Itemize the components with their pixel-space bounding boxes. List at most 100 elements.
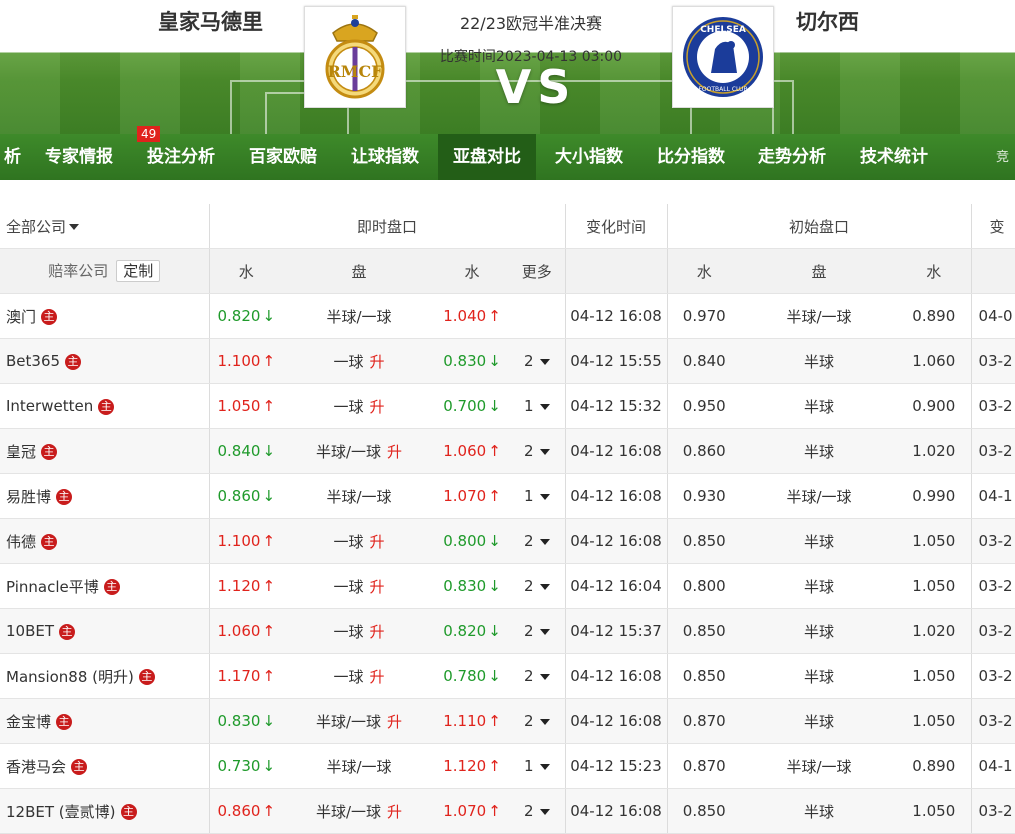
home-team-logo[interactable]: RMCF	[304, 6, 406, 108]
live-away-water[interactable]: 0.780 ↓	[435, 653, 509, 699]
live-away-water[interactable]: 0.830 ↓	[435, 563, 509, 609]
live-handicap[interactable]: 半球/一球升	[283, 428, 435, 474]
odds-value: 0.860	[217, 487, 261, 505]
live-away-water[interactable]: 0.820 ↓	[435, 608, 509, 654]
company-name-cell[interactable]: Interwetten 主	[0, 383, 209, 429]
company-name: Bet365	[6, 352, 61, 370]
handicap-value: 半球/一球	[315, 442, 382, 461]
home-team-name[interactable]: 皇家马德里	[158, 6, 263, 36]
asian-handicap-table: 全部公司 即时盘口 变化时间 初始盘口 变 赔率公司 定制 水 盘 水 更多 水 …	[0, 204, 1015, 834]
odds-value: 1.060	[217, 622, 261, 640]
change-time: 04-12 16:08	[564, 653, 668, 699]
main-badge-icon: 主	[59, 623, 76, 640]
more-dropdown[interactable]: 2	[509, 428, 566, 474]
live-home-water[interactable]: 0.730 ↓	[208, 743, 283, 789]
live-handicap[interactable]: 半球/一球	[283, 293, 435, 339]
company-name-cell[interactable]: 易胜博主	[0, 473, 209, 519]
initial-change-time-partial: 03-2	[970, 383, 1015, 429]
company-name-cell[interactable]: 香港马会主	[0, 743, 209, 789]
handicap-value: 半球/一球	[326, 487, 392, 506]
company-name-cell[interactable]: 10BET 主	[0, 608, 209, 654]
live-home-water[interactable]: 1.050 ↑	[208, 383, 283, 429]
initial-away-water: 1.020	[897, 608, 972, 654]
live-home-water[interactable]: 0.860 ↓	[208, 473, 283, 519]
svg-text:RMCF: RMCF	[327, 62, 383, 81]
live-handicap[interactable]: 一球升	[283, 653, 435, 699]
more-dropdown[interactable]: 2	[509, 563, 566, 609]
change-time: 04-12 16:08	[564, 428, 668, 474]
tab-score-index[interactable]: 比分指数	[646, 134, 736, 180]
more-dropdown[interactable]: 1	[509, 743, 566, 789]
live-home-water[interactable]: 1.120 ↑	[208, 563, 283, 609]
initial-home-water: 0.850	[666, 653, 742, 699]
table-row: 澳门主 0.820 ↓ 半球/一球 1.040 ↑ 04-12 16:08 0.970 半球/一…	[0, 293, 1015, 339]
live-handicap[interactable]: 一球升	[283, 563, 435, 609]
tab-handicap-index[interactable]: 让球指数	[340, 134, 430, 180]
caret-down-icon	[69, 224, 80, 230]
live-handicap[interactable]: 半球/一球升	[283, 788, 435, 834]
live-away-water[interactable]: 1.060 ↑	[435, 428, 509, 474]
custom-button[interactable]: 定制	[116, 260, 161, 282]
match-header: 皇家马德里 RMCF 22/23欧冠半准决赛 比赛时间2023-04-13 03…	[0, 0, 1015, 134]
company-name-cell[interactable]: 澳门主	[0, 293, 209, 339]
live-handicap[interactable]: 一球升	[283, 518, 435, 564]
more-dropdown[interactable]: 2	[509, 338, 566, 384]
more-dropdown[interactable]: 2	[509, 788, 566, 834]
tab-over-under[interactable]: 大小指数	[544, 134, 634, 180]
live-home-water[interactable]: 1.060 ↑	[208, 608, 283, 654]
tab-trend-analysis[interactable]: 走势分析	[747, 134, 837, 180]
caret-down-icon	[539, 763, 550, 770]
live-home-water[interactable]: 1.100 ↑	[208, 518, 283, 564]
tab-tech-stats[interactable]: 技术统计	[849, 134, 939, 180]
live-handicap[interactable]: 半球/一球升	[283, 698, 435, 744]
more-dropdown[interactable]: 2	[509, 518, 566, 564]
live-away-water[interactable]: 1.120 ↑	[435, 743, 509, 789]
live-home-water[interactable]: 0.820 ↓	[208, 293, 283, 339]
company-name-cell[interactable]: Pinnacle平博主	[0, 563, 209, 609]
more-dropdown[interactable]: 1	[509, 473, 566, 519]
more-dropdown[interactable]: 1	[509, 383, 566, 429]
tab-expert-intel[interactable]: 专家情报 49	[34, 126, 161, 180]
company-name-cell[interactable]: Bet365 主	[0, 338, 209, 384]
live-handicap[interactable]: 一球升	[283, 608, 435, 654]
live-away-water[interactable]: 0.700 ↓	[435, 383, 509, 429]
company-name-cell[interactable]: Mansion88 (明升) 主	[0, 653, 209, 699]
live-away-water[interactable]: 1.040 ↑	[435, 293, 509, 339]
tab-asian-handicap[interactable]: 亚盘对比	[438, 134, 536, 180]
live-handicap[interactable]: 一球升	[283, 383, 435, 429]
caret-down-icon	[539, 718, 550, 725]
live-handicap[interactable]: 半球/一球	[283, 473, 435, 519]
company-name-cell[interactable]: 金宝博主	[0, 698, 209, 744]
tab-analysis-partial[interactable]: 析	[0, 134, 27, 180]
company-name-cell[interactable]: 皇冠主	[0, 428, 209, 474]
rise-indicator: 升	[387, 802, 403, 821]
company-filter-dropdown[interactable]: 全部公司	[0, 204, 209, 249]
chelsea-crest-icon: CHELSEA FOOTBALL CLUB	[683, 17, 763, 97]
live-home-water[interactable]: 1.170 ↑	[208, 653, 283, 699]
more-dropdown[interactable]: 2	[509, 698, 566, 744]
company-name-cell[interactable]: 伟德主	[0, 518, 209, 564]
live-away-water[interactable]: 1.110 ↑	[435, 698, 509, 744]
initial-home-water: 0.850	[666, 518, 742, 564]
live-home-water[interactable]: 0.830 ↓	[208, 698, 283, 744]
company-name: Mansion88 (明升)	[6, 667, 134, 686]
company-name: Interwetten	[6, 397, 94, 415]
live-home-water[interactable]: 0.860 ↑	[208, 788, 283, 834]
live-away-water[interactable]: 1.070 ↑	[435, 473, 509, 519]
away-team-logo[interactable]: CHELSEA FOOTBALL CLUB	[672, 6, 774, 108]
live-handicap[interactable]: 一球升	[283, 338, 435, 384]
live-home-water[interactable]: 1.100 ↑	[208, 338, 283, 384]
live-handicap[interactable]: 半球/一球	[283, 743, 435, 789]
tab-bet-analysis[interactable]: 投注分析	[136, 134, 226, 180]
handicap-value: 一球	[333, 667, 364, 686]
live-home-water[interactable]: 0.840 ↓	[208, 428, 283, 474]
more-dropdown[interactable]: 2	[509, 608, 566, 654]
live-away-water[interactable]: 0.800 ↓	[435, 518, 509, 564]
live-away-water[interactable]: 1.070 ↑	[435, 788, 509, 834]
tab-more-partial[interactable]: 竞	[996, 134, 1009, 181]
tab-european-odds[interactable]: 百家欧赔	[238, 134, 328, 180]
company-name-cell[interactable]: 12BET (壹贰博) 主	[0, 788, 209, 834]
away-team-name[interactable]: 切尔西	[796, 6, 859, 36]
live-away-water[interactable]: 0.830 ↓	[435, 338, 509, 384]
more-dropdown[interactable]: 2	[509, 653, 566, 699]
